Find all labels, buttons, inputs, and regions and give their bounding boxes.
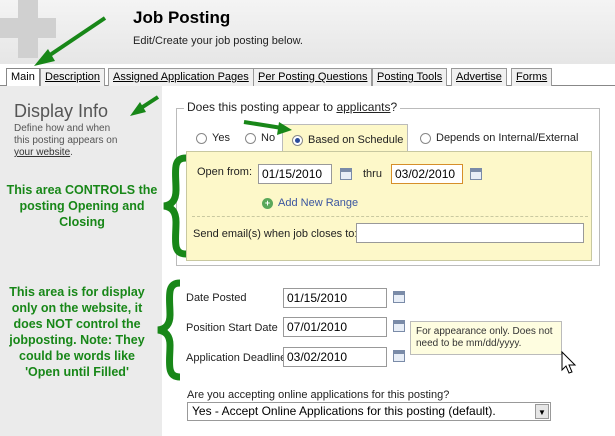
start-date-label: Position Start Date — [186, 322, 278, 334]
thru-label: thru — [363, 168, 382, 180]
display-info-description: Define how and when this posting appears… — [14, 123, 134, 159]
start-date-input[interactable] — [283, 317, 387, 337]
add-new-range-link[interactable]: + Add New Range — [262, 197, 358, 209]
tab-bar: Main Description Assigned Application Pa… — [0, 66, 615, 87]
controls-callout: This area CONTROLS the posting Opening a… — [6, 183, 158, 229]
calendar-icon[interactable] — [340, 168, 352, 180]
calendar-icon[interactable] — [393, 350, 405, 362]
deadline-input[interactable] — [283, 347, 387, 367]
radio-depends-internal-external[interactable]: Depends on Internal/External — [420, 132, 578, 144]
cross-logo-icon — [0, 0, 56, 58]
calendar-icon[interactable] — [470, 168, 482, 180]
applicants-link[interactable]: applicants — [336, 100, 390, 114]
tab-per-posting-questions[interactable]: Per Posting Questions — [253, 68, 373, 86]
desc-line-2: this posting appears on — [14, 135, 118, 146]
desc-line-1: Define how and when — [14, 123, 111, 134]
display-info-heading: Display Info — [14, 101, 109, 121]
tab-advertise[interactable]: Advertise — [451, 68, 507, 86]
question-prefix: Does this posting appear to — [187, 100, 337, 114]
open-from-label: Open from: — [197, 166, 253, 178]
tab-main[interactable]: Main — [6, 68, 40, 87]
tab-posting-tools[interactable]: Posting Tools — [372, 68, 448, 86]
appearance-tooltip: For appearance only. Does not need to be… — [410, 321, 562, 355]
radio-schedule-label: Based on Schedule — [308, 134, 404, 146]
date-posted-label: Date Posted — [186, 292, 247, 304]
radio-no-label: No — [261, 132, 276, 144]
email-input[interactable] — [356, 223, 584, 243]
radio-yes-label: Yes — [212, 132, 230, 144]
online-apps-selected: Yes - Accept Online Applications for thi… — [192, 404, 496, 418]
radio-based-on-schedule[interactable]: Based on Schedule — [292, 134, 403, 146]
appear-question: Does this posting appear to applicants? — [184, 100, 401, 114]
page-subtitle: Edit/Create your job posting below. — [133, 35, 303, 47]
tab-assigned-application-pages[interactable]: Assigned Application Pages — [108, 68, 254, 86]
radio-no-circle[interactable] — [245, 132, 256, 144]
radio-yes[interactable]: Yes — [196, 132, 230, 144]
desc-end: . — [70, 147, 73, 158]
open-from-input[interactable] — [258, 164, 332, 184]
calendar-icon[interactable] — [393, 291, 405, 303]
calendar-icon[interactable] — [393, 320, 405, 332]
add-new-range-label: Add New Range — [278, 197, 359, 209]
thru-input[interactable] — [391, 164, 463, 184]
date-posted-input[interactable] — [283, 288, 387, 308]
page-header: Job Posting Edit/Create your job posting… — [0, 0, 615, 64]
tab-description[interactable]: Description — [40, 68, 106, 86]
page-title: Job Posting — [133, 8, 231, 27]
radio-schedule-circle[interactable] — [292, 134, 303, 146]
email-label: Send email(s) when job closes to: — [193, 228, 358, 240]
your-website-link[interactable]: your website — [14, 147, 70, 158]
radio-no[interactable]: No — [245, 132, 275, 144]
online-apps-question: Are you accepting online applications fo… — [187, 389, 450, 401]
display-only-callout: This area is for display only on the web… — [9, 285, 145, 379]
radio-yes-circle[interactable] — [196, 132, 207, 144]
deadline-label: Application Deadline — [186, 352, 287, 364]
radio-depends-circle[interactable] — [420, 132, 431, 144]
tab-forms[interactable]: Forms — [511, 68, 553, 86]
online-apps-select[interactable]: Yes - Accept Online Applications for thi… — [187, 402, 551, 421]
radio-depends-label: Depends on Internal/External — [436, 132, 579, 144]
question-suffix: ? — [390, 100, 398, 114]
divider — [192, 216, 588, 217]
cursor-icon — [561, 350, 577, 374]
chevron-down-icon[interactable]: ▼ — [535, 404, 549, 419]
plus-icon: + — [262, 197, 273, 209]
